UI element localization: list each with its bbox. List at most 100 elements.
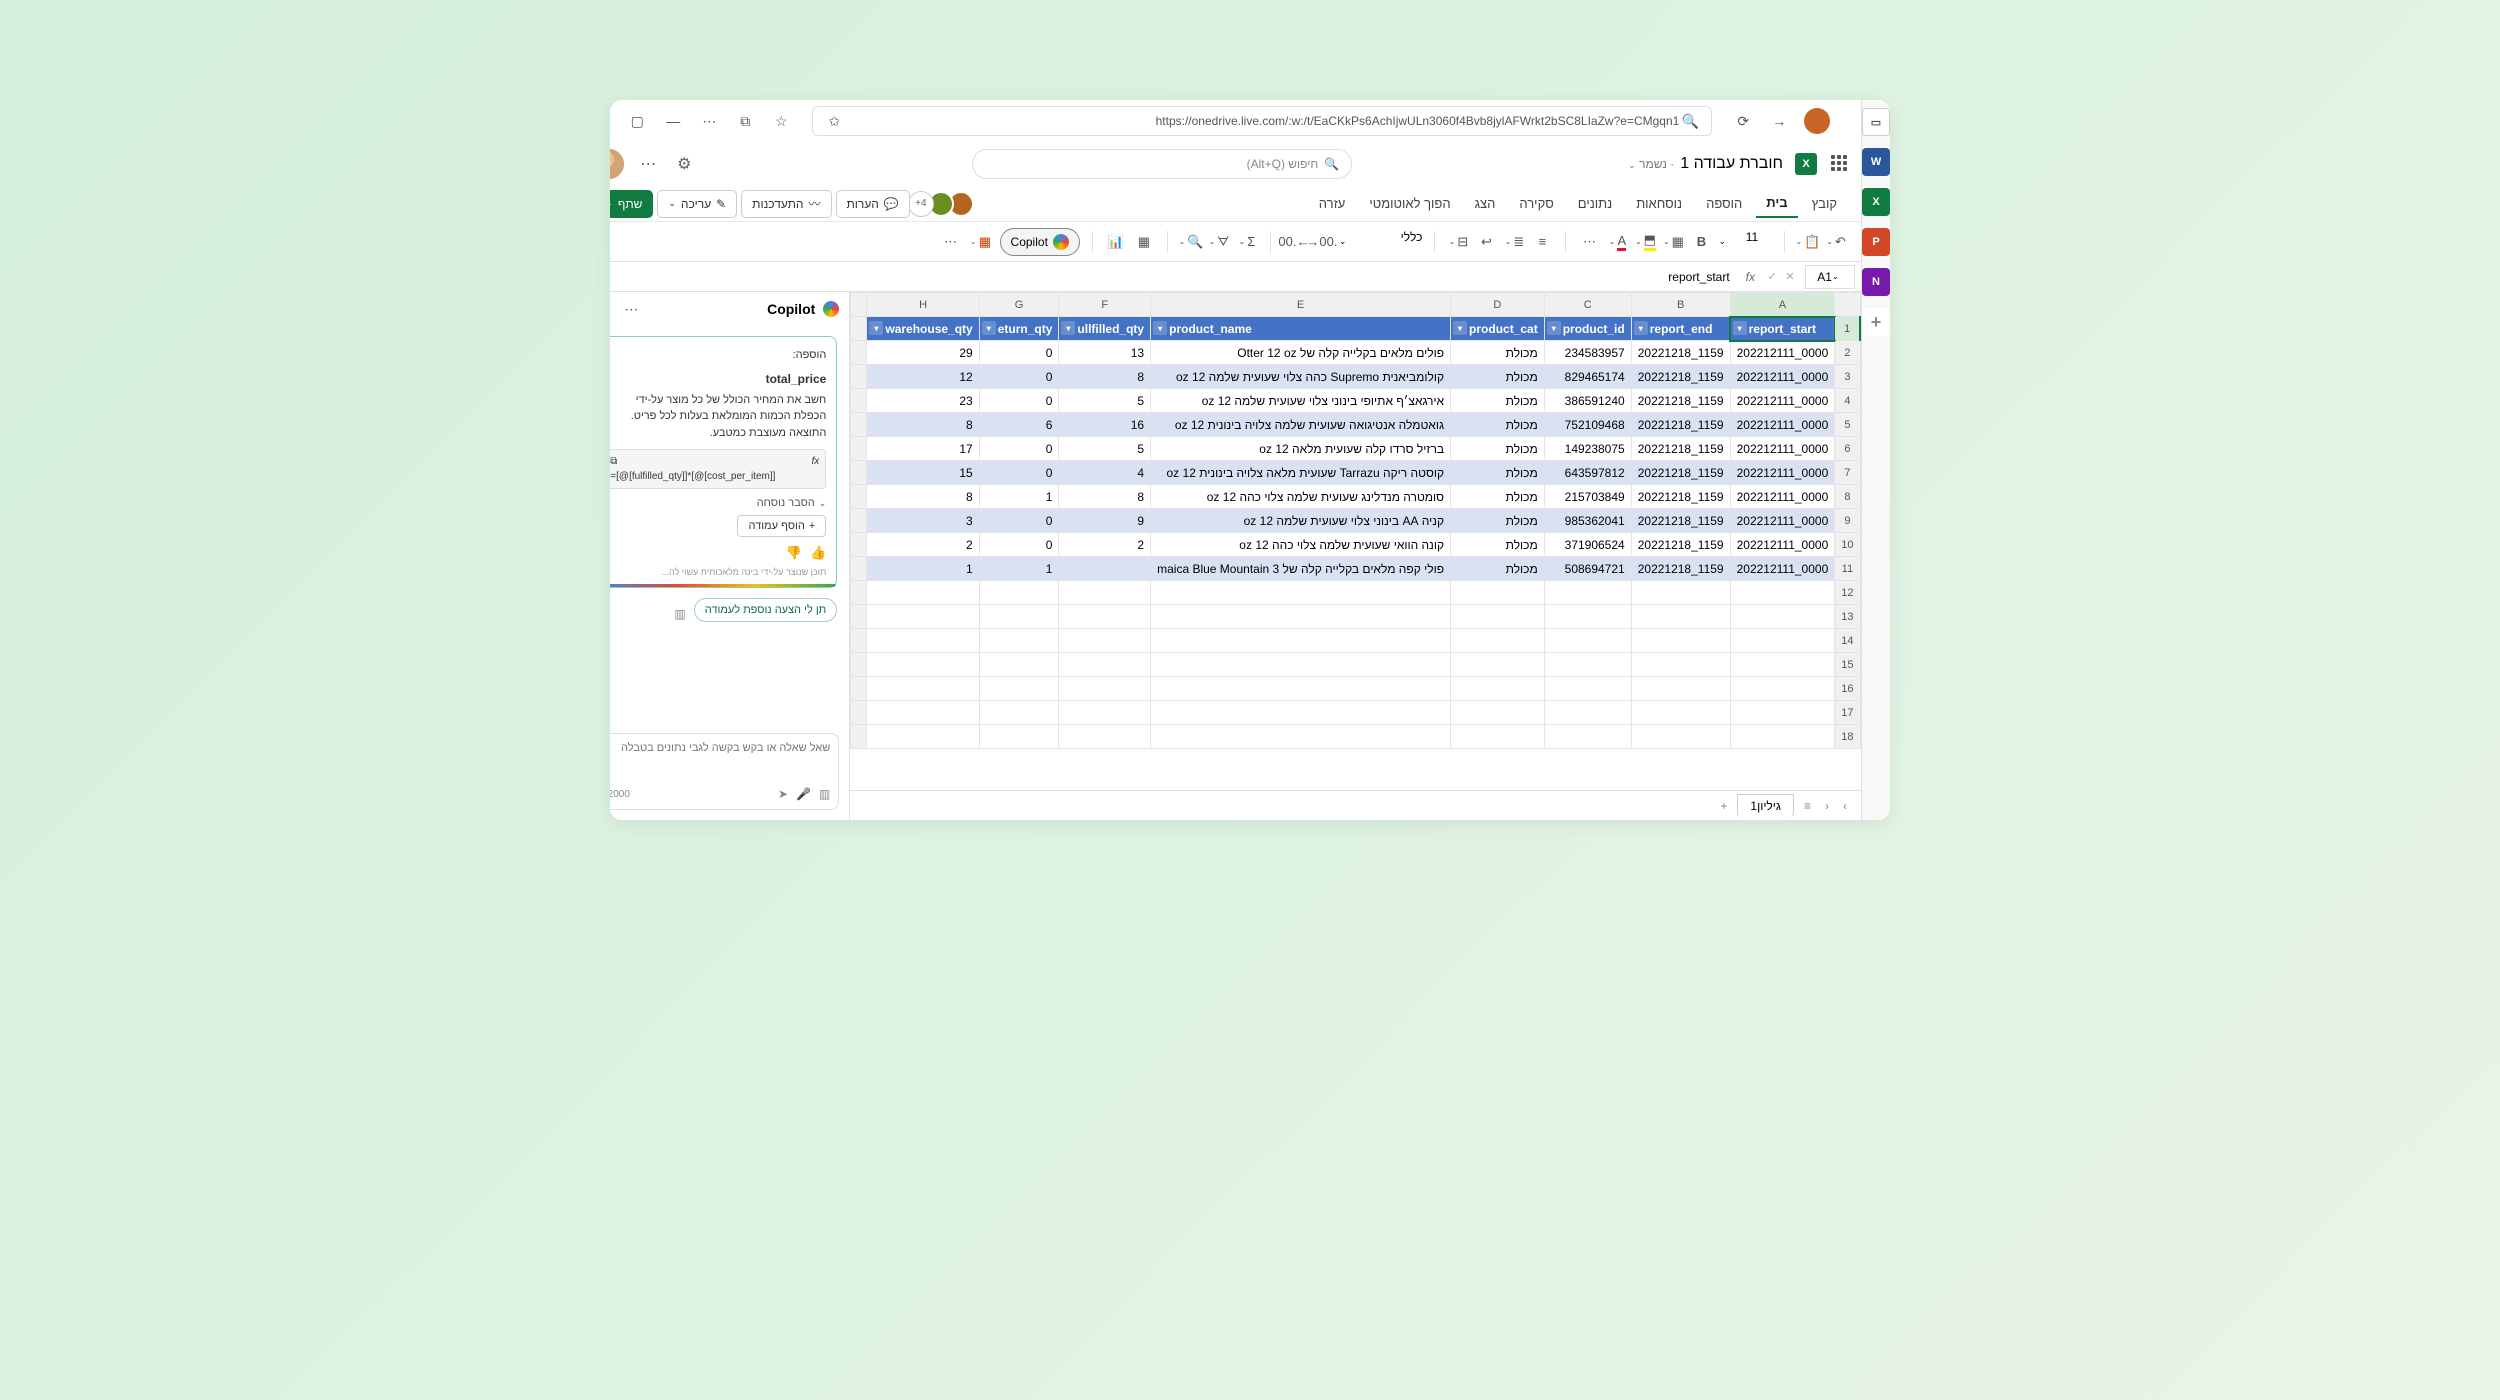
cell[interactable]: 15 <box>867 461 979 485</box>
cell[interactable]: 215703849 <box>1544 485 1631 509</box>
table-header-cell[interactable]: ▾ullfilled_qty <box>1059 317 1151 341</box>
align-middle-icon[interactable]: ≡ <box>1531 231 1553 253</box>
table-header-cell[interactable]: ▾warehouse_qty <box>867 317 979 341</box>
tab-view[interactable]: הצג <box>1465 190 1506 217</box>
tab-formulas[interactable]: נוסחאות <box>1626 190 1692 217</box>
send-icon[interactable]: ➤ <box>778 787 788 801</box>
cell[interactable]: 9 <box>1059 509 1151 533</box>
cell[interactable] <box>1059 557 1151 581</box>
cell[interactable]: 202212111_0000 <box>1730 533 1835 557</box>
browser-profile-avatar[interactable] <box>1804 108 1830 134</box>
row-header[interactable]: 8 <box>1835 485 1860 509</box>
insert-column-button[interactable]: +הוסף עמודה <box>737 515 826 537</box>
cell[interactable]: קונה הוואי שעועית שלמה צלוי כהה 12 oz <box>1151 533 1451 557</box>
cell[interactable]: 20221218_1159 <box>1631 365 1730 389</box>
table-header-cell[interactable]: ▾eturn_qty <box>979 317 1059 341</box>
cell[interactable]: 20221218_1159 <box>1631 485 1730 509</box>
document-title[interactable]: חוברת עבודה 1 · נשמר ⌄ <box>1628 155 1783 173</box>
column-header[interactable]: E <box>1151 293 1451 317</box>
cell[interactable] <box>1059 581 1151 605</box>
cell[interactable] <box>979 605 1059 629</box>
cell[interactable] <box>979 701 1059 725</box>
cell[interactable]: 202212111_0000 <box>1730 557 1835 581</box>
favorite-icon[interactable]: ☆ <box>770 110 792 132</box>
copilot-toolbar-button[interactable]: Copilot <box>1000 228 1080 256</box>
column-header[interactable]: H <box>867 293 979 317</box>
row-header[interactable]: 6 <box>1835 437 1860 461</box>
cell[interactable]: 1 <box>979 557 1059 581</box>
cell[interactable]: קניה AA בינוני צלוי שעועית שלמה 12 oz <box>1151 509 1451 533</box>
cell[interactable] <box>1631 725 1730 749</box>
cell[interactable]: 17 <box>867 437 979 461</box>
table-header-cell[interactable]: ▾report_start <box>1730 317 1835 341</box>
cell[interactable] <box>1730 605 1835 629</box>
fill-color-icon[interactable]: ⬒⌄ <box>1634 231 1656 253</box>
tab-automate[interactable]: הפוך לאוטומטי <box>1359 190 1460 217</box>
cell[interactable]: 20221218_1159 <box>1631 509 1730 533</box>
cell[interactable]: 202212111_0000 <box>1730 509 1835 533</box>
cell[interactable]: 1 <box>979 485 1059 509</box>
table-header-cell[interactable]: ▾product_id <box>1544 317 1631 341</box>
column-header[interactable]: C <box>1544 293 1631 317</box>
row-header[interactable]: 4 <box>1835 389 1860 413</box>
formula-input[interactable]: report_start <box>610 270 1738 284</box>
cell[interactable] <box>1451 677 1545 701</box>
align-center-icon[interactable]: ≣⌄ <box>1503 231 1525 253</box>
cell[interactable]: 20221218_1159 <box>1631 341 1730 365</box>
cell[interactable]: 1 <box>867 557 979 581</box>
cell[interactable] <box>867 629 979 653</box>
cell[interactable]: 8 <box>867 413 979 437</box>
row-header[interactable]: 3 <box>1835 365 1860 389</box>
forward-icon[interactable]: → <box>1768 110 1790 132</box>
table-header-cell[interactable]: ▾report_end <box>1631 317 1730 341</box>
cell[interactable] <box>1730 725 1835 749</box>
cell[interactable]: 0 <box>979 365 1059 389</box>
tab-insert[interactable]: הוספה <box>1696 190 1752 217</box>
merge-icon[interactable]: ⊟⌄ <box>1447 231 1469 253</box>
cell[interactable] <box>867 725 979 749</box>
filter-icon[interactable]: ▾ <box>1547 321 1561 335</box>
fx-icon[interactable]: fx <box>1746 270 1755 284</box>
app-rail-add-icon[interactable]: + <box>1862 308 1890 336</box>
cell[interactable]: 202212111_0000 <box>1730 341 1835 365</box>
app-launcher-icon[interactable] <box>1829 155 1847 173</box>
cell[interactable]: 371906524 <box>1544 533 1631 557</box>
cell[interactable]: 20221218_1159 <box>1631 557 1730 581</box>
cell[interactable]: מכולת <box>1451 533 1545 557</box>
cell[interactable] <box>1544 725 1631 749</box>
cell[interactable]: 202212111_0000 <box>1730 485 1835 509</box>
insert-chart-icon[interactable]: 📊 <box>1105 231 1127 253</box>
tab-home[interactable]: בית <box>1756 189 1797 218</box>
sheet-nav-next-icon[interactable]: ‹ <box>1821 799 1833 813</box>
cell[interactable] <box>1151 701 1451 725</box>
cell[interactable] <box>1631 605 1730 629</box>
row-header[interactable]: 10 <box>1835 533 1860 557</box>
column-header[interactable]: B <box>1631 293 1730 317</box>
cell[interactable]: פולים מלאים בקלייה קלה של Otter 12 oz <box>1151 341 1451 365</box>
cell[interactable] <box>979 653 1059 677</box>
cell[interactable]: 20221218_1159 <box>1631 461 1730 485</box>
cell[interactable]: 3 <box>867 509 979 533</box>
cell[interactable]: ברזיל סרדו קלה שעועית מלאה 12 oz <box>1151 437 1451 461</box>
collapse-ribbon-icon[interactable]: ⌄ <box>610 231 616 253</box>
catchup-button[interactable]: 〰התעדכנות <box>741 190 831 218</box>
cell[interactable]: מכולת <box>1451 341 1545 365</box>
spreadsheet-grid[interactable]: HGFEDCBA ▾warehouse_qty▾eturn_qty▾ullfil… <box>850 292 1861 820</box>
cell[interactable]: קוסטה ריקה Tarrazu שעועית מלאה צלויה בינ… <box>1151 461 1451 485</box>
site-info-icon[interactable]: ✩ <box>823 110 845 132</box>
cell[interactable]: 202212111_0000 <box>1730 413 1835 437</box>
cell[interactable]: 202212111_0000 <box>1730 437 1835 461</box>
minimize-icon[interactable]: — <box>662 110 684 132</box>
cell[interactable] <box>1059 605 1151 629</box>
copilot-close-icon[interactable]: ✕ <box>610 298 612 320</box>
cell[interactable] <box>1730 677 1835 701</box>
cell[interactable]: מכולת <box>1451 509 1545 533</box>
search-icon[interactable]: 🔍 <box>1679 110 1701 132</box>
filter-icon[interactable]: ▾ <box>1453 321 1467 335</box>
cell[interactable] <box>1451 653 1545 677</box>
cell[interactable]: מכולת <box>1451 389 1545 413</box>
row-header[interactable]: 15 <box>1835 653 1860 677</box>
cell[interactable]: 20221218_1159 <box>1631 389 1730 413</box>
presence-overflow[interactable]: 4+ <box>908 191 934 217</box>
cell[interactable]: 643597812 <box>1544 461 1631 485</box>
